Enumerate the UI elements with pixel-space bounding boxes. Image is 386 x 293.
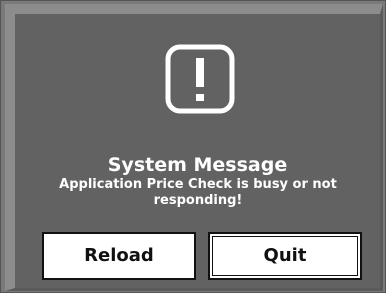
exclamation-warning-icon xyxy=(165,44,235,114)
quit-button[interactable]: Quit xyxy=(208,232,362,280)
dialog-title: System Message xyxy=(107,154,288,176)
reload-button[interactable]: Reload xyxy=(42,232,196,280)
dialog-body: System Message Application Price Check i… xyxy=(5,4,383,291)
dialog-message: Application Price Check is busy or not r… xyxy=(59,177,337,208)
system-message-dialog: System Message Application Price Check i… xyxy=(0,0,386,293)
